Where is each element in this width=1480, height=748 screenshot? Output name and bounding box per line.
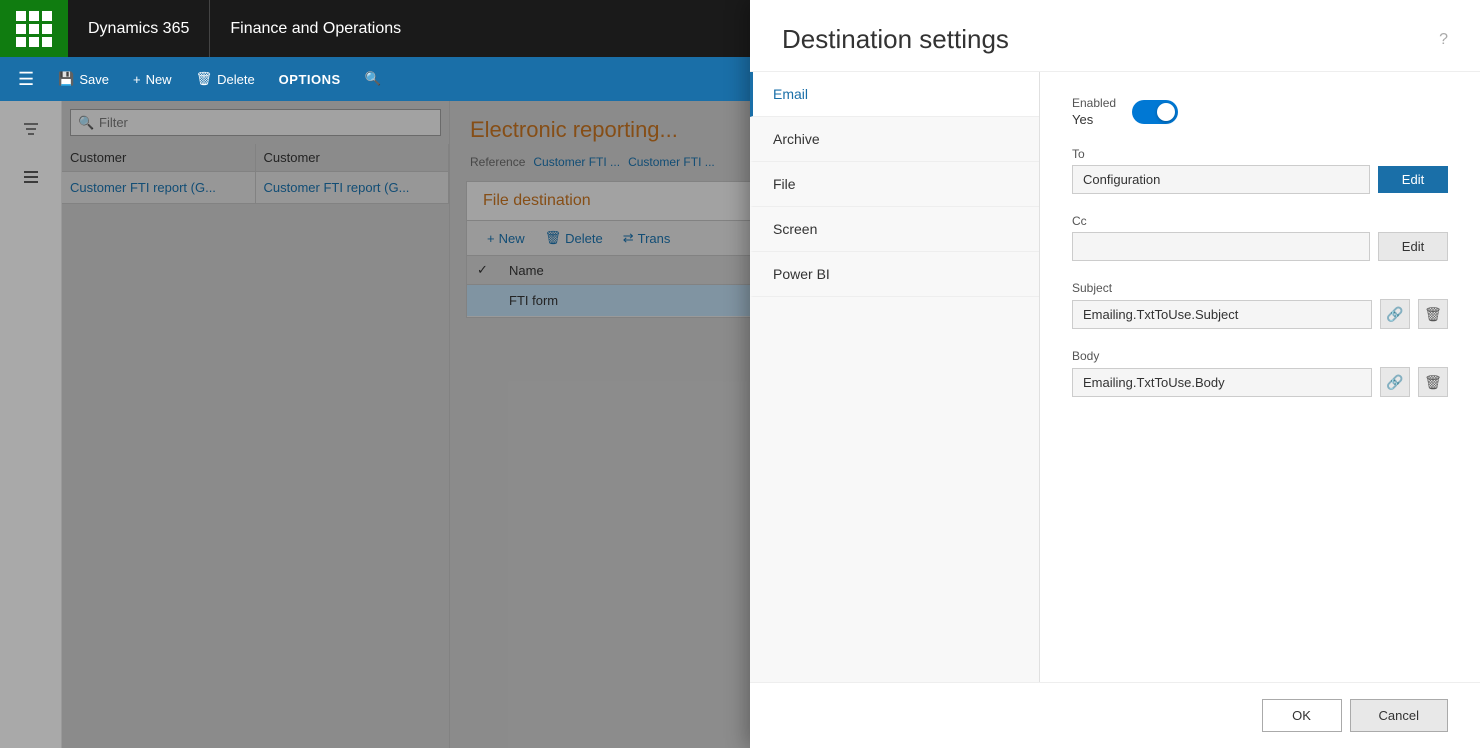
main-content: 🔍 Customer Customer Customer FTI report …: [0, 101, 1480, 748]
subject-link-icon[interactable]: 🔗: [1380, 299, 1410, 329]
save-button[interactable]: 💾 Save: [48, 63, 119, 95]
search-button[interactable]: 🔍: [355, 67, 392, 91]
enabled-value: Yes: [1072, 112, 1116, 127]
dest-nav-screen[interactable]: Screen: [750, 207, 1039, 252]
enabled-toggle[interactable]: [1132, 101, 1178, 124]
to-edit-button[interactable]: Edit: [1378, 166, 1448, 193]
body-section: Body 🔗 🗑: [1072, 349, 1448, 397]
dest-nav-email[interactable]: Email: [750, 101, 1039, 117]
dest-right-form: Enabled Yes To Edit: [1040, 101, 1480, 682]
app-logo[interactable]: [0, 0, 68, 57]
cc-input[interactable]: [1072, 232, 1370, 261]
to-input[interactable]: [1072, 165, 1370, 194]
module-name: Finance and Operations: [210, 0, 421, 57]
body-link-icon[interactable]: 🔗: [1380, 367, 1410, 397]
delete-button[interactable]: 🗑 Delete: [186, 63, 265, 95]
subject-delete-icon[interactable]: 🗑: [1418, 299, 1448, 329]
ok-button[interactable]: OK: [1262, 699, 1342, 732]
dest-nav-archive[interactable]: Archive: [750, 117, 1039, 162]
dest-nav-powerbi[interactable]: Power BI: [750, 252, 1039, 297]
search-icon: 🔍: [365, 71, 382, 87]
cancel-button[interactable]: Cancel: [1350, 699, 1448, 732]
destination-settings-panel: Destination settings ? Email Archive Fil…: [750, 101, 1480, 748]
cc-section: Cc Edit: [1072, 214, 1448, 261]
to-section: To Edit: [1072, 147, 1448, 194]
plus-icon: +: [133, 72, 141, 87]
toggle-knob: [1157, 103, 1175, 121]
enabled-row: Enabled Yes: [1072, 101, 1448, 127]
cc-edit-button[interactable]: Edit: [1378, 232, 1448, 261]
save-icon: 💾: [58, 71, 74, 87]
enabled-label: Enabled: [1072, 101, 1116, 110]
delete-icon: 🗑: [196, 71, 213, 87]
options-button[interactable]: OPTIONS: [269, 68, 351, 91]
subject-input[interactable]: [1072, 300, 1372, 329]
body-delete-icon[interactable]: 🗑: [1418, 367, 1448, 397]
to-label: To: [1072, 147, 1448, 161]
dest-settings-body: Email Archive File Screen Power BI Enabl…: [750, 101, 1480, 682]
subject-label: Subject: [1072, 281, 1448, 295]
body-label: Body: [1072, 349, 1448, 363]
dest-nav-file[interactable]: File: [750, 162, 1039, 207]
brand-name: Dynamics 365: [68, 0, 210, 57]
hamburger-button[interactable]: ☰: [8, 65, 44, 94]
dest-settings-footer: OK Cancel: [750, 682, 1480, 748]
grid-icon: [16, 11, 52, 47]
subject-section: Subject 🔗 🗑: [1072, 281, 1448, 329]
dest-left-navigation: Email Archive File Screen Power BI: [750, 101, 1040, 682]
cc-label: Cc: [1072, 214, 1448, 228]
new-button[interactable]: + New: [123, 63, 182, 95]
body-input[interactable]: [1072, 368, 1372, 397]
